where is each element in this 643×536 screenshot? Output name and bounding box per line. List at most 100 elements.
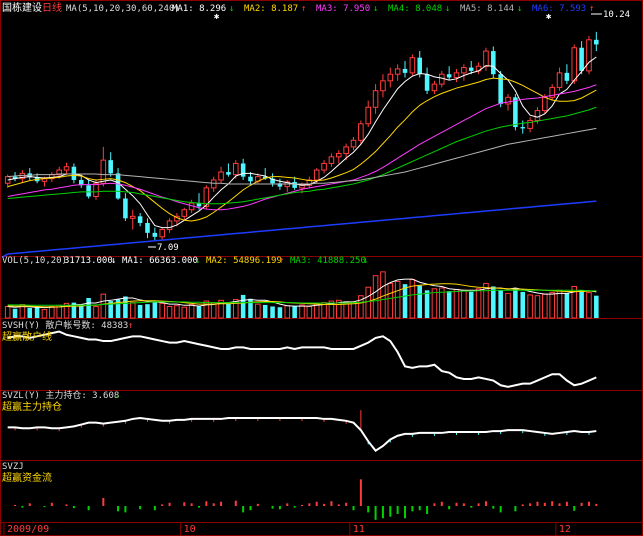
volume-bar-down	[513, 288, 518, 318]
ma-header-item: MA6: 7.593	[532, 4, 586, 14]
vol-header-arrow: ↓	[195, 256, 200, 266]
price-panel[interactable]	[1, 31, 599, 258]
star-marker: ✱	[214, 12, 220, 22]
svzj-bar-positive	[543, 502, 546, 506]
time-axis: 2009/09 10 11 12	[3, 522, 571, 535]
svzj-bar-negative	[197, 506, 200, 508]
ma-line-ma6	[7, 200, 597, 255]
axis-label: 2009/09	[7, 524, 49, 535]
svzj-panel[interactable]	[14, 479, 598, 520]
volume-bar-down	[292, 306, 297, 318]
svzj-bar-negative	[242, 506, 245, 513]
candle-up	[365, 106, 372, 125]
svzj-bar-positive	[308, 503, 311, 506]
svzj-bar-negative	[367, 506, 370, 513]
candle-up	[321, 162, 327, 171]
svsh-panel[interactable]	[7, 330, 597, 388]
volume-bar-down	[579, 291, 584, 318]
volume-bar-up	[542, 293, 548, 319]
volume-bar-down	[196, 306, 202, 318]
ma-header-arrow: ↓	[373, 4, 378, 14]
ma-header-arrow: ↑	[589, 4, 594, 14]
svzj-bar-negative	[72, 506, 75, 509]
volume-bar-up	[284, 305, 291, 319]
volume-bar-up	[255, 303, 261, 319]
candle-up	[181, 209, 188, 217]
price-annotations: 10.24 7.09 ✱ ✱	[148, 10, 630, 253]
star-marker: ✱	[546, 12, 552, 22]
ma-header-item: MA5: 8.144	[460, 4, 514, 14]
candle-up	[387, 73, 394, 82]
volume-panel[interactable]	[4, 271, 599, 319]
volume-bar-up	[549, 292, 555, 319]
svzl-title: SVZL(Y) 主力持仓: 3.608	[2, 389, 119, 401]
svzl-subtitle: 超赢主力持仓	[2, 400, 62, 413]
svzj-bar-positive	[205, 501, 208, 506]
volume-bar-up	[306, 305, 313, 319]
volume-bar-down	[145, 304, 150, 318]
volume-bar-up	[556, 289, 563, 319]
stock-chart-canvas[interactable]: 2009/09 10 11 12 国栋建设 日线 MA(5,10,20,30,60,2…	[0, 0, 643, 536]
candle-up	[439, 73, 445, 85]
svzj-bar-negative	[139, 506, 142, 510]
price-header: 国栋建设 日线 MA(5,10,20,30,60,240) MA1: 8.296…	[2, 1, 594, 14]
volume-bar-up	[453, 289, 460, 319]
svzj-bar-positive	[558, 503, 561, 506]
candle-down	[292, 181, 297, 188]
ma-header-item: MA3: 7.950	[316, 4, 370, 14]
volume-bar-down	[446, 291, 452, 318]
candle-up	[328, 156, 335, 164]
candle-down	[417, 57, 423, 75]
volume-bar-down	[12, 308, 18, 318]
volume-bar-up	[505, 292, 511, 319]
svzj-bar-negative	[418, 506, 421, 511]
volume-bar-up	[188, 304, 195, 319]
ma-line-ma1	[7, 56, 597, 229]
vol-value: 31713.000	[64, 256, 113, 266]
candle-up	[431, 83, 438, 92]
vol-header-item: MA2: 54896.199	[206, 256, 282, 266]
svzj-bar-positive	[168, 502, 171, 506]
candle-up	[63, 166, 70, 171]
svzj-bar-positive	[433, 503, 436, 506]
volume-bar-up	[4, 305, 11, 319]
ma-params: MA(5,10,20,30,60,240)	[66, 4, 180, 14]
volume-bar-down	[520, 291, 526, 318]
axis-label: 12	[559, 524, 571, 535]
volume-bar-up	[475, 288, 482, 319]
volume-bar-up	[299, 304, 305, 319]
volume-bar-down	[594, 295, 599, 318]
svzj-bar-negative	[573, 506, 576, 511]
svzj-bar-negative	[117, 506, 120, 512]
volume-bar-up	[394, 280, 401, 319]
svzj-bar-negative	[87, 506, 90, 511]
candle-up	[556, 72, 563, 88]
svzj-bar-positive	[102, 498, 105, 506]
volume-bar-down	[491, 286, 496, 318]
candle-up	[129, 215, 136, 219]
low-price-label: 7.09	[157, 243, 179, 253]
vol-header-item: MA1: 66363.000	[122, 256, 198, 266]
volume-bar-up	[365, 286, 372, 319]
stock-name: 国栋建设	[2, 1, 42, 14]
svzj-bar-positive	[301, 504, 303, 506]
svzj-bar-positive	[183, 502, 186, 506]
candle-up	[505, 96, 511, 105]
svzj-bar-positive	[234, 500, 237, 506]
svzj-bar-negative	[352, 506, 355, 511]
volume-header: VOL(5,10,20) 31713.000 ↓ MA1: 66363.000↓…	[2, 256, 368, 266]
volume-bar-down	[78, 304, 84, 318]
volume-bar-up	[41, 309, 48, 319]
volume-bar-up	[387, 282, 394, 319]
svzj-bar-positive	[565, 501, 568, 506]
svzj-bar-positive	[65, 504, 68, 506]
svzj-bar-negative	[396, 506, 399, 514]
candle-down	[86, 185, 91, 197]
volume-bar-down	[498, 290, 503, 318]
svzl-panel[interactable]	[7, 410, 597, 452]
volume-bar-down	[240, 294, 246, 318]
volume-bar-down	[123, 296, 128, 318]
svzj-bar-negative	[448, 506, 451, 510]
vol-header-item: MA3: 41888.250	[290, 256, 366, 266]
candle-up	[483, 50, 489, 67]
